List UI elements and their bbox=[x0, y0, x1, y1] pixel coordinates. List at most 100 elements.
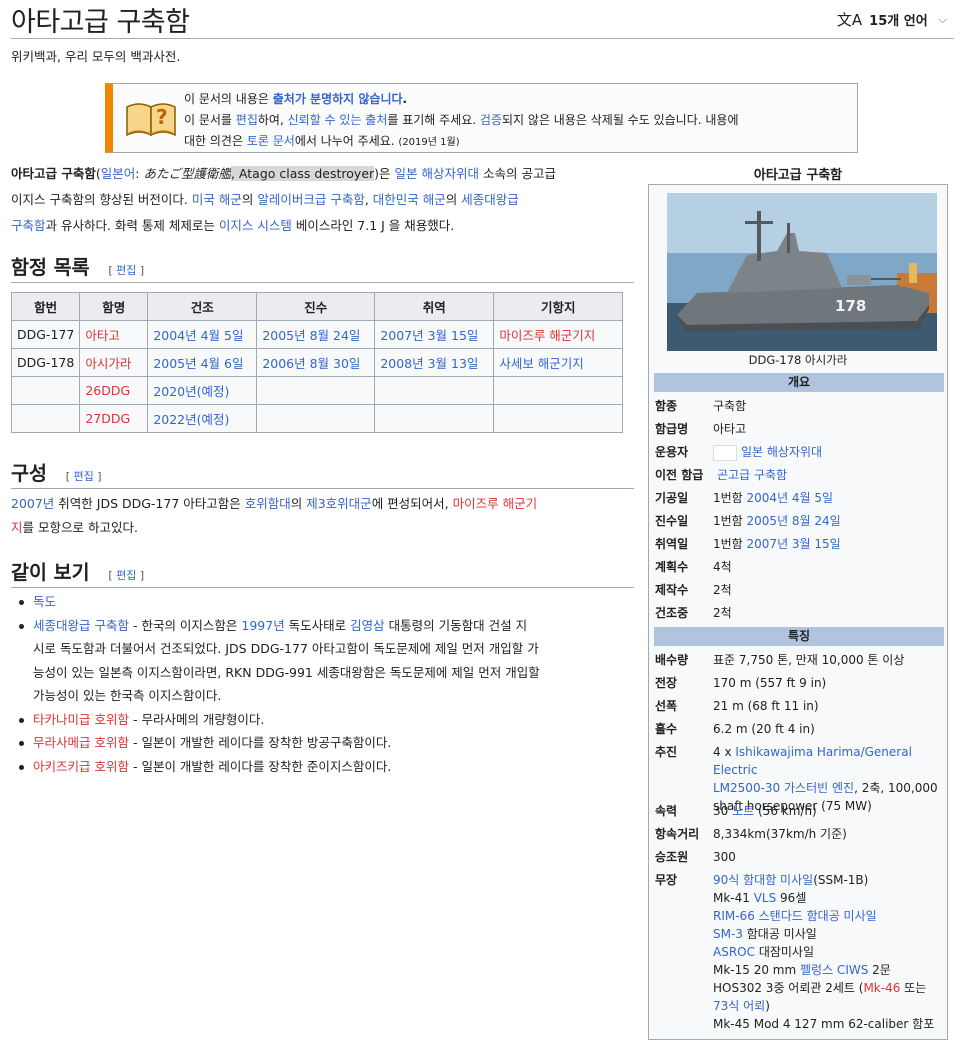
infobox-title: 아타고급 구축함 bbox=[753, 168, 843, 183]
prev-class-link[interactable]: 곤고급 구축함 bbox=[717, 468, 787, 482]
composition-paragraph: 2007년 취역한 JDS DDG-177 아타고함은 호위함대의 제3호위대군… bbox=[11, 492, 634, 539]
edit-link[interactable]: 편집 bbox=[116, 264, 136, 277]
sm3-link[interactable]: SM-3 bbox=[713, 927, 743, 941]
row-label: 전장 bbox=[655, 676, 678, 690]
table-cell bbox=[374, 404, 495, 433]
language-selector[interactable]: 文A 15개 언어 ⌵ bbox=[837, 9, 947, 30]
table-cell bbox=[256, 404, 376, 433]
engine-link[interactable]: LM2500-30 가스터빈 엔진 bbox=[713, 781, 854, 795]
year-link[interactable]: 2007년 bbox=[11, 496, 54, 511]
table-cell-link[interactable]: 아타고 bbox=[79, 320, 149, 349]
table-cell-link[interactable]: 2007년 3월 15일 bbox=[374, 320, 495, 349]
jmsdf-link[interactable]: 일본 해상자위대 bbox=[395, 166, 479, 181]
column-header: 함명 bbox=[79, 292, 149, 321]
edit-link[interactable]: 편집 bbox=[116, 569, 136, 582]
ciws-link[interactable]: 펠렁스 CIWS bbox=[800, 963, 868, 977]
text: 96셀 bbox=[776, 891, 807, 905]
infobox-row-class-ship: 함급명 아타고 bbox=[655, 420, 943, 438]
ship-photo[interactable]: 178 bbox=[667, 193, 937, 351]
reliable-sources-link[interactable]: 신뢰할 수 있는 출처 bbox=[288, 113, 388, 127]
akizuki-link[interactable]: 아키즈키급 호위함 bbox=[33, 759, 129, 774]
text: 2문 bbox=[868, 963, 891, 977]
type73-link[interactable]: 73식 어뢰 bbox=[713, 999, 765, 1013]
row-label: 제작수 bbox=[655, 583, 689, 597]
table-cell-link[interactable]: 2006년 8월 30일 bbox=[256, 348, 376, 377]
edit-link[interactable]: 편집 bbox=[73, 470, 93, 483]
engine-maker-link[interactable]: Ishikawajima Harima/General Electric bbox=[713, 745, 912, 777]
infobox-row-prev: 이전 함급 곤고급 구축함 bbox=[655, 466, 943, 484]
date-link[interactable]: 2004년 4월 5일 bbox=[747, 491, 834, 505]
table-cell-link[interactable]: 마이즈루 해군기지 bbox=[493, 320, 624, 349]
year-link[interactable]: 1997년 bbox=[241, 618, 284, 633]
knot-link[interactable]: 노트 bbox=[732, 804, 754, 818]
infobox-row-type: 함종 구축함 bbox=[655, 397, 943, 415]
text: 1번함 bbox=[713, 537, 747, 551]
table-cell bbox=[493, 376, 624, 405]
section-edit: [ 편집 ] bbox=[108, 264, 145, 277]
text: 의 bbox=[445, 192, 462, 207]
vls-link[interactable]: VLS bbox=[754, 891, 777, 905]
sejong-link[interactable]: 세종대왕급 bbox=[461, 192, 519, 207]
escort-group-link[interactable]: 제3호위대군 bbox=[306, 496, 371, 511]
column-header: 진수 bbox=[256, 292, 376, 321]
year-link[interactable]: 2022년(예정) bbox=[153, 412, 229, 427]
table-cell-link[interactable]: 2004년 4월 5일 bbox=[147, 320, 258, 349]
text: 30 bbox=[713, 804, 733, 818]
site-subtitle: 위키백과, 우리 모두의 백과사전. bbox=[11, 49, 181, 64]
notice-text: 에서 나누어 주세요. bbox=[294, 134, 399, 148]
text: , 2축, 100,000 bbox=[854, 781, 938, 795]
maizuru-link[interactable]: 마이즈루 해군기 bbox=[453, 496, 537, 511]
aegis-link[interactable]: 이지스 시스템 bbox=[219, 218, 292, 233]
edit-link[interactable]: 편집 bbox=[236, 113, 258, 127]
rokn-link[interactable]: 대한민국 해군 bbox=[373, 192, 446, 207]
table-cell-link[interactable]: 26DDG bbox=[79, 376, 149, 405]
japanese-link[interactable]: 일본어 bbox=[101, 166, 136, 181]
svg-text:?: ? bbox=[156, 105, 168, 129]
usn-link[interactable]: 미국 해군 bbox=[192, 192, 242, 207]
table-cell-link[interactable]: 사세보 해군기지 bbox=[493, 348, 624, 377]
dokdo-link[interactable]: 독도 bbox=[33, 594, 56, 609]
operator-link[interactable]: 일본 해상자위대 bbox=[741, 445, 822, 459]
row-label: 기공일 bbox=[655, 491, 689, 505]
sejong-class-link[interactable]: 세종대왕급 구축함 bbox=[33, 618, 129, 633]
date-link[interactable]: 2007년 3월 15일 bbox=[747, 537, 841, 551]
date-link[interactable]: 2005년 8월 24일 bbox=[747, 514, 841, 528]
kim-young-sam-link[interactable]: 김영삼 bbox=[350, 618, 385, 633]
table-row: DDG-178 아시가라 2005년 4월 6일 2006년 8월 30일 20… bbox=[10, 348, 624, 377]
text: 시로 독도함과 더불어서 건조되었다. JDS DDG-177 아타고함이 독도… bbox=[33, 641, 539, 656]
arleigh-burke-link[interactable]: 알레이버크급 구축함 bbox=[257, 192, 364, 207]
list-item: 독도 bbox=[19, 590, 634, 614]
notice-text: 되지 않은 내용은 삭제될 수도 있습니다. 내용에 bbox=[502, 113, 739, 127]
asroc-link[interactable]: ASROC bbox=[713, 945, 755, 959]
talk-page-link[interactable]: 토론 문서 bbox=[247, 134, 295, 148]
text: 의 bbox=[290, 496, 307, 511]
table-cell-link[interactable]: 2005년 4월 6일 bbox=[147, 348, 258, 377]
standard-missile-link[interactable]: RIM-66 스탠다드 함대공 미사일 bbox=[713, 909, 877, 923]
maizuru-link-cont[interactable]: 지 bbox=[11, 520, 23, 535]
section-heading-composition: 구성 [ 편집 ] bbox=[11, 457, 634, 489]
murasame-link[interactable]: 무라사메급 호위함 bbox=[33, 735, 129, 750]
table-cell-link[interactable]: 2008년 3월 13일 bbox=[374, 348, 495, 377]
ssm-link[interactable]: 90식 함대함 미사일 bbox=[713, 873, 813, 887]
infobox-row-operator: 운용자 일본 해상자위대 bbox=[655, 443, 943, 461]
unsourced-link[interactable]: 출처가 분명하지 않습니다 bbox=[273, 92, 403, 106]
row-label: 배수량 bbox=[655, 653, 689, 667]
table-cell-link[interactable]: 27DDG bbox=[79, 404, 149, 433]
row-label: 계획수 bbox=[655, 560, 689, 574]
year-link[interactable]: 2020년(예정) bbox=[153, 384, 229, 399]
mk46-link[interactable]: Mk-46 bbox=[863, 981, 900, 995]
table-cell-link[interactable]: 2005년 8월 24일 bbox=[256, 320, 376, 349]
text: 대잠미사일 bbox=[755, 945, 815, 959]
takanami-link[interactable]: 타카나미급 호위함 bbox=[33, 712, 129, 727]
table-cell bbox=[493, 404, 624, 433]
table-cell bbox=[10, 404, 81, 433]
row-value: 170 m (557 ft 9 in) bbox=[713, 676, 827, 690]
sejong-link-cont[interactable]: 구축함 bbox=[11, 218, 46, 233]
escort-fleet-link[interactable]: 호위함대 bbox=[245, 496, 291, 511]
row-value: 구축함 bbox=[713, 399, 747, 413]
text: 4 x bbox=[713, 745, 736, 759]
table-cell-link[interactable]: 아시가라 bbox=[79, 348, 149, 377]
row-label: 건조중 bbox=[655, 606, 689, 620]
row-label: 승조원 bbox=[655, 850, 689, 864]
verification-link[interactable]: 검증 bbox=[480, 113, 502, 127]
